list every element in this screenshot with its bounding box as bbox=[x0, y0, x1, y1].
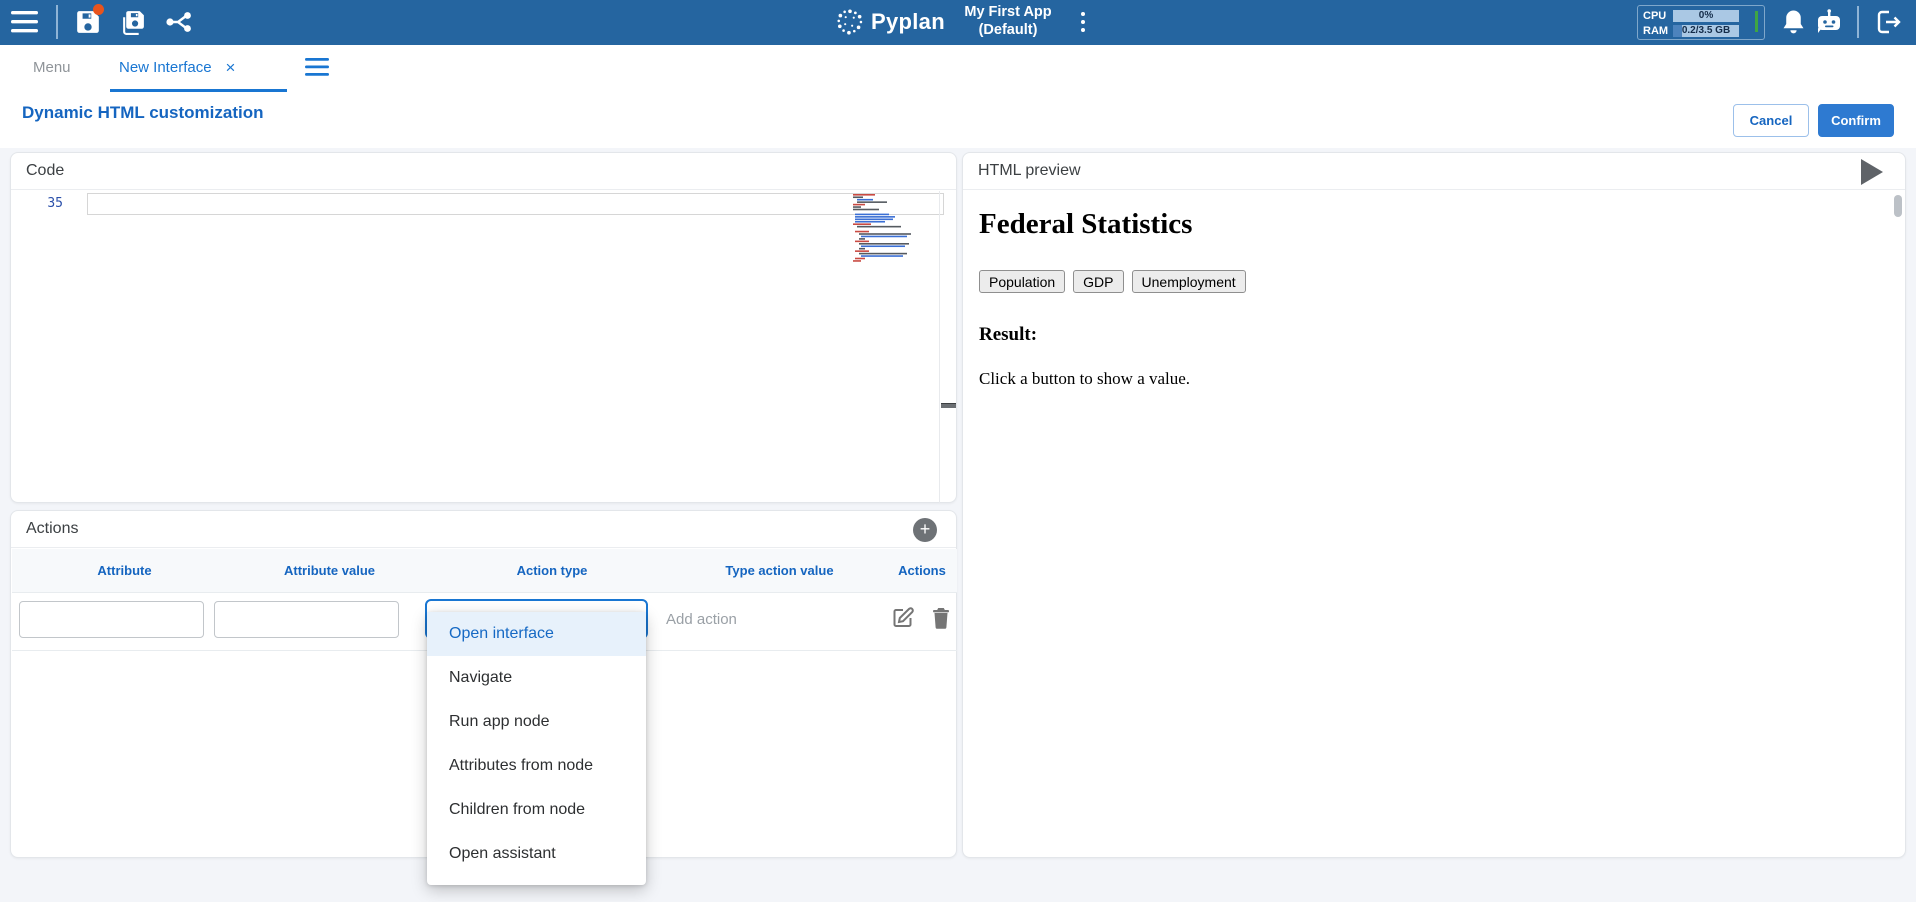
actions-panel-header: Actions + bbox=[11, 511, 956, 548]
action-type-dropdown: Open interface Navigate Run app node Att… bbox=[427, 612, 646, 885]
main-menu-icon[interactable] bbox=[11, 10, 38, 34]
preview-content: Federal Statistics Population GDP Unempl… bbox=[979, 191, 1885, 851]
col-type-action-value: Type action value bbox=[687, 563, 872, 578]
cpu-meter: 0% bbox=[1673, 10, 1739, 22]
preview-unemployment-button[interactable]: Unemployment bbox=[1132, 270, 1246, 293]
pyplan-logo[interactable]: Pyplan bbox=[835, 6, 945, 38]
pyplan-logo-icon bbox=[835, 6, 865, 38]
col-attribute: Attribute bbox=[52, 563, 197, 578]
logout-icon[interactable] bbox=[1875, 10, 1901, 34]
code-minimap[interactable] bbox=[849, 193, 937, 263]
model-network-icon[interactable] bbox=[165, 11, 193, 33]
code-line-number: 35 bbox=[25, 196, 63, 211]
app-title: My First App (Default) bbox=[938, 3, 1078, 39]
preview-panel-title: HTML preview bbox=[978, 162, 1081, 180]
save-copy-icon[interactable] bbox=[120, 9, 147, 36]
cpu-value: 0% bbox=[1673, 10, 1739, 22]
col-actions: Actions bbox=[887, 563, 957, 578]
app-title-line1: My First App bbox=[938, 3, 1078, 21]
ram-label: RAM bbox=[1643, 25, 1673, 37]
preview-result-text: Click a button to show a value. bbox=[979, 369, 1885, 389]
topbar-divider-right bbox=[1857, 6, 1859, 38]
actions-panel-title: Actions bbox=[26, 520, 78, 538]
preview-button-row: Population GDP Unemployment bbox=[979, 270, 1885, 293]
delete-row-icon[interactable] bbox=[929, 606, 953, 630]
tab-list-icon[interactable] bbox=[305, 57, 329, 77]
topbar-divider bbox=[56, 5, 58, 39]
code-current-line[interactable] bbox=[87, 193, 944, 215]
pyplan-logo-text: Pyplan bbox=[871, 9, 945, 35]
app-menu-kebab-icon[interactable] bbox=[1079, 11, 1087, 33]
notifications-bell-icon[interactable] bbox=[1781, 9, 1806, 36]
assistant-bot-icon[interactable] bbox=[1815, 8, 1843, 36]
tab-menu-label: Menu bbox=[33, 59, 71, 76]
col-attribute-value: Attribute value bbox=[247, 563, 412, 578]
confirm-button[interactable]: Confirm bbox=[1818, 104, 1894, 137]
header-zone: Menu New Interface × Dynamic HTML custom… bbox=[0, 45, 1916, 148]
tab-new-interface-label: New Interface bbox=[119, 59, 212, 76]
preview-panel-header: HTML preview bbox=[963, 153, 1905, 190]
page-title: Dynamic HTML customization bbox=[22, 103, 264, 123]
code-panel-title: Code bbox=[26, 162, 64, 180]
col-action-type: Action type bbox=[467, 563, 637, 578]
run-preview-icon[interactable] bbox=[1861, 159, 1883, 185]
topbar: Pyplan My First App (Default) CPU 0% RAM… bbox=[0, 0, 1916, 45]
code-minimap-separator bbox=[939, 191, 940, 503]
dropdown-option-open-interface[interactable]: Open interface bbox=[427, 612, 646, 656]
tab-menu[interactable]: Menu bbox=[33, 59, 71, 76]
code-panel: Code 35 bbox=[10, 152, 957, 503]
preview-gdp-button[interactable]: GDP bbox=[1073, 270, 1123, 293]
tab-new-interface[interactable]: New Interface × bbox=[119, 59, 235, 76]
engine-status-indicator bbox=[1755, 11, 1758, 32]
preview-scrollbar-thumb[interactable] bbox=[1894, 195, 1902, 217]
code-panel-header: Code bbox=[11, 153, 956, 190]
preview-heading: Federal Statistics bbox=[979, 208, 1885, 241]
unsaved-changes-badge bbox=[93, 4, 104, 15]
dropdown-option-open-assistant[interactable]: Open assistant bbox=[427, 832, 646, 876]
dropdown-option-attributes-from-node[interactable]: Attributes from node bbox=[427, 744, 646, 788]
preview-result-heading: Result: bbox=[979, 324, 1885, 346]
dropdown-option-run-app-node[interactable]: Run app node bbox=[427, 700, 646, 744]
active-tab-indicator bbox=[110, 89, 287, 92]
ram-meter: 0.2/3.5 GB bbox=[1673, 25, 1739, 37]
html-preview-panel: HTML preview Federal Statistics Populati… bbox=[962, 152, 1906, 858]
type-action-value-input[interactable] bbox=[666, 601, 826, 638]
cpu-label: CPU bbox=[1643, 10, 1673, 22]
app-title-line2: (Default) bbox=[938, 21, 1078, 39]
attribute-value-input[interactable] bbox=[214, 601, 399, 638]
add-action-row-button[interactable]: + bbox=[913, 518, 937, 542]
tab-close-icon[interactable]: × bbox=[226, 60, 236, 75]
edit-row-icon[interactable] bbox=[891, 606, 915, 630]
actions-table-header: Attribute Attribute value Action type Ty… bbox=[12, 549, 957, 593]
resource-monitor: CPU 0% RAM 0.2/3.5 GB bbox=[1637, 5, 1765, 40]
cancel-button[interactable]: Cancel bbox=[1733, 104, 1809, 137]
dropdown-option-children-from-node[interactable]: Children from node bbox=[427, 788, 646, 832]
attribute-input[interactable] bbox=[19, 601, 204, 638]
code-scrollbar-handle[interactable] bbox=[941, 403, 956, 408]
ram-value: 0.2/3.5 GB bbox=[1673, 25, 1739, 37]
preview-population-button[interactable]: Population bbox=[979, 270, 1065, 293]
dropdown-option-navigate[interactable]: Navigate bbox=[427, 656, 646, 700]
